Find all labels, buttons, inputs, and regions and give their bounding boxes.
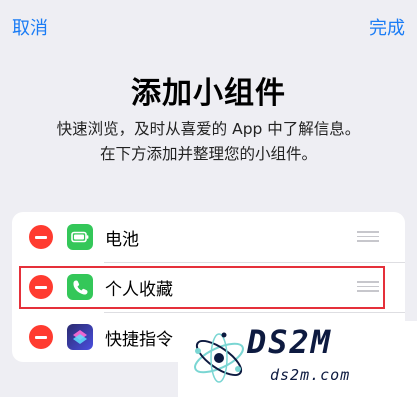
shortcuts-icon xyxy=(67,324,93,350)
battery-icon xyxy=(67,224,93,250)
subtitle-line-2: 在下方添加并整理您的小组件。 xyxy=(99,145,317,163)
watermark: DS2M ds2m.com xyxy=(178,321,417,397)
highlight-box xyxy=(19,266,385,309)
widget-row-battery: 电池 xyxy=(12,212,405,262)
widget-label-shortcuts: 快捷指令 xyxy=(105,330,173,350)
widget-label-battery: 电池 xyxy=(105,230,139,250)
watermark-domain: ds2m.com xyxy=(270,366,351,384)
page-subtitle: 快速浏览，及时从喜爱的 App 中了解信息。 在下方添加并整理您的小组件。 xyxy=(0,117,417,167)
subtitle-line-1: 快速浏览，及时从喜爱的 App 中了解信息。 xyxy=(56,120,361,138)
page-title: 添加小组件 xyxy=(131,76,286,111)
done-button[interactable]: 完成 xyxy=(369,14,405,40)
watermark-logo-icon xyxy=(194,332,244,383)
watermark-brand: DS2M xyxy=(247,323,333,361)
remove-shortcuts-button[interactable] xyxy=(29,325,53,349)
reorder-handle-icon[interactable] xyxy=(357,231,379,243)
remove-battery-button[interactable] xyxy=(29,225,53,249)
cancel-button[interactable]: 取消 xyxy=(12,14,48,40)
